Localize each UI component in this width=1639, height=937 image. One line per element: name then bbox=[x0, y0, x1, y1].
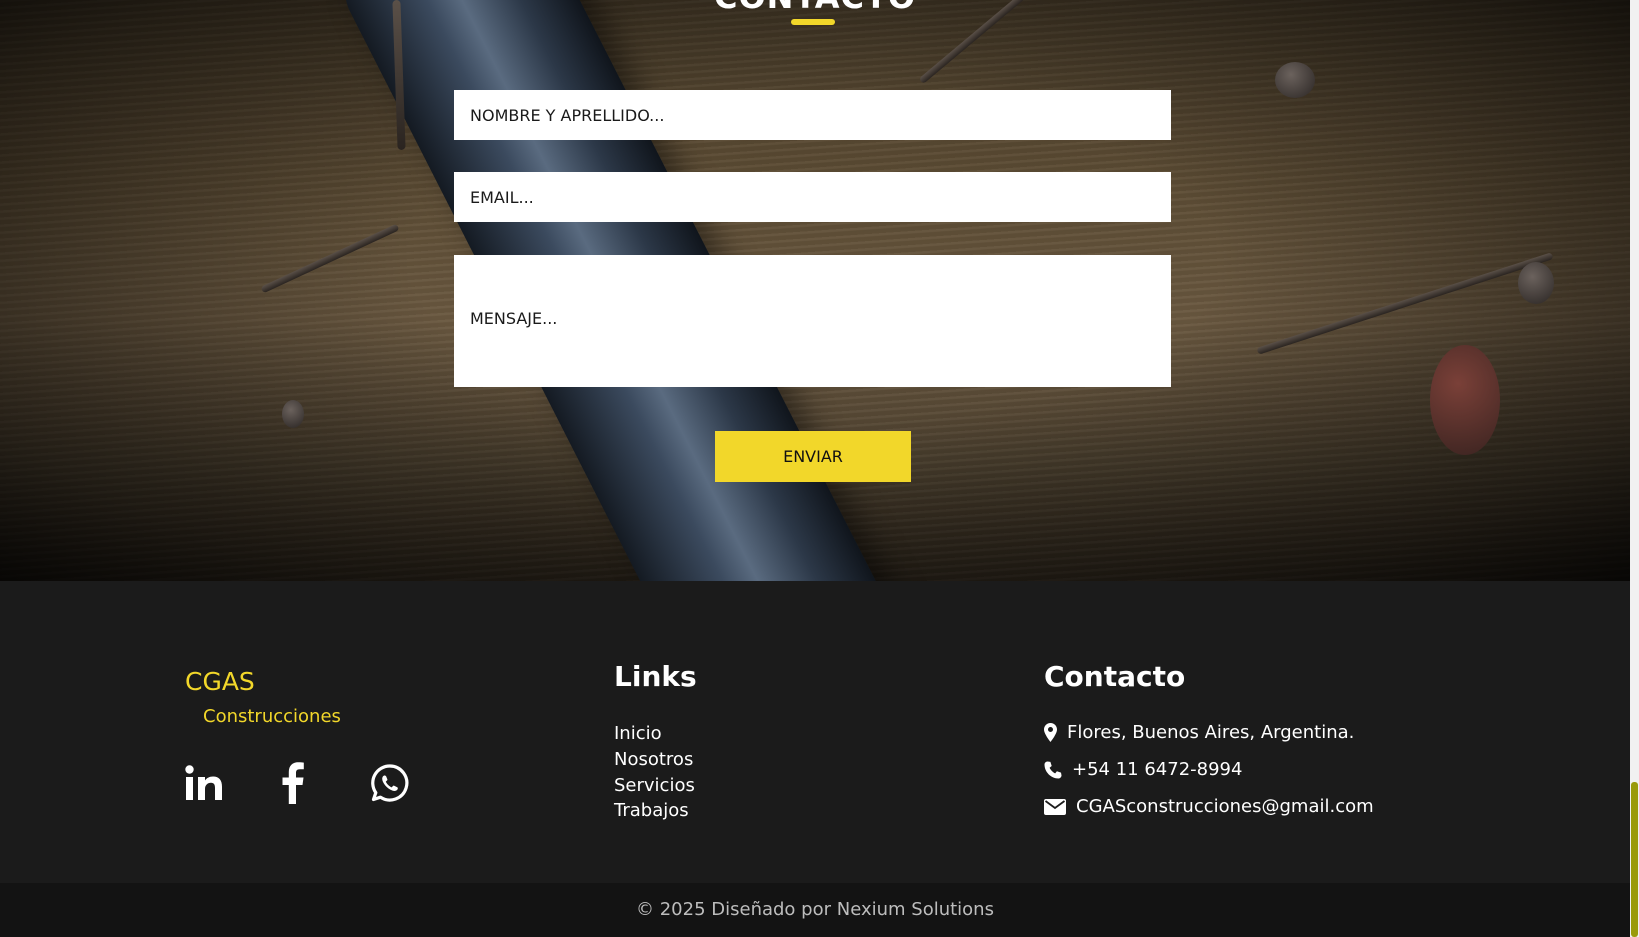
email-field[interactable] bbox=[454, 172, 1171, 222]
background-nail bbox=[1256, 252, 1554, 355]
background-nail-head bbox=[1275, 62, 1315, 98]
footer-link-trabajos[interactable]: Trabajos bbox=[614, 800, 689, 821]
contact-phone-text: +54 11 6472-8994 bbox=[1072, 759, 1243, 780]
copyright-text: © 2025 Diseñado por Nexium Solutions bbox=[636, 899, 994, 920]
footer-link-servicios[interactable]: Servicios bbox=[614, 775, 695, 796]
copyright-bar: © 2025 Diseñado por Nexium Solutions bbox=[0, 883, 1630, 937]
envelope-icon bbox=[1044, 798, 1066, 815]
background-nail bbox=[260, 223, 400, 294]
footer-link-nosotros[interactable]: Nosotros bbox=[614, 749, 693, 770]
footer-link-inicio[interactable]: Inicio bbox=[614, 723, 662, 744]
contact-address-text: Flores, Buenos Aires, Argentina. bbox=[1067, 722, 1355, 743]
background-nail-head bbox=[282, 400, 304, 428]
send-button[interactable]: ENVIAR bbox=[715, 431, 911, 482]
section-title: CONTACTO bbox=[0, 0, 1630, 16]
links-title: Links bbox=[614, 660, 697, 693]
contact-email: CGASconstrucciones@gmail.com bbox=[1044, 796, 1374, 817]
contact-section: CONTACTO ENVIAR bbox=[0, 0, 1630, 581]
brand-subtitle: Construcciones bbox=[203, 706, 341, 727]
linkedin-icon[interactable] bbox=[182, 761, 226, 805]
page-scrollbar[interactable] bbox=[1630, 0, 1639, 937]
title-underline bbox=[791, 19, 835, 25]
scrollbar-thumb[interactable] bbox=[1631, 782, 1638, 937]
background-rusty-nail bbox=[1430, 345, 1500, 455]
contact-email-link[interactable]: CGASconstrucciones@gmail.com bbox=[1076, 796, 1374, 817]
background-nail-head bbox=[1518, 262, 1554, 304]
message-field[interactable] bbox=[454, 255, 1171, 387]
contact-phone: +54 11 6472-8994 bbox=[1044, 759, 1242, 780]
facebook-icon[interactable] bbox=[270, 761, 314, 805]
phone-icon bbox=[1044, 761, 1062, 779]
footer: CGAS Construcciones Links Inicio Nosotro… bbox=[0, 581, 1630, 883]
brand-name: CGAS bbox=[185, 667, 255, 696]
contact-address: Flores, Buenos Aires, Argentina. bbox=[1044, 722, 1354, 743]
location-pin-icon bbox=[1044, 723, 1057, 742]
whatsapp-icon[interactable] bbox=[368, 761, 412, 805]
contact-title: Contacto bbox=[1044, 660, 1186, 693]
name-field[interactable] bbox=[454, 90, 1171, 140]
